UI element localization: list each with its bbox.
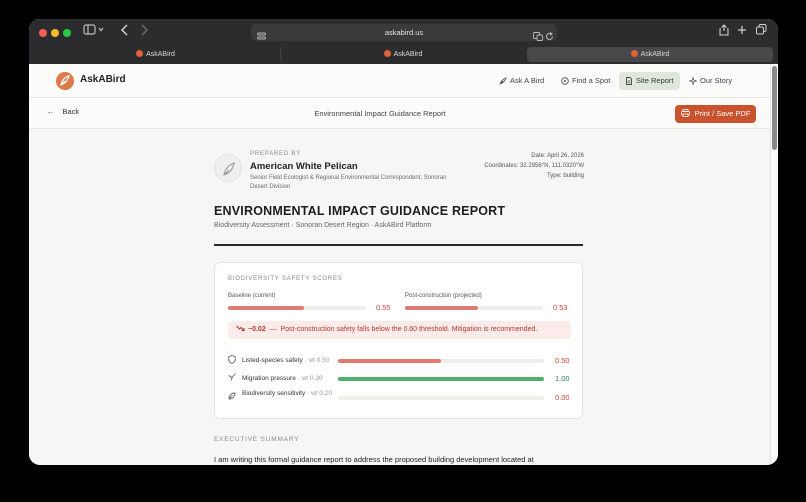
coordinates-value: 32.2856°N, 111.0320°W bbox=[520, 163, 584, 169]
bird-icon bbox=[228, 373, 236, 383]
nav-our-story[interactable]: Our Story bbox=[683, 72, 738, 90]
biodiversity-scores-card: BIODIVERSITY SAFETY SCORES Baseline (cur… bbox=[214, 262, 583, 419]
address-bar[interactable]: askabird.us bbox=[251, 24, 557, 41]
nav-site-report[interactable]: Site Report bbox=[619, 72, 680, 90]
minimize-window-button[interactable] bbox=[51, 29, 59, 37]
baseline-bar bbox=[228, 306, 366, 310]
browser-titlebar: askabird.us bbox=[29, 19, 778, 46]
browser-tab-active[interactable]: AskABird bbox=[527, 47, 773, 62]
trend-down-icon bbox=[236, 325, 245, 331]
document-icon bbox=[626, 77, 632, 85]
brand-name[interactable]: AskABird bbox=[80, 74, 126, 85]
date-label: Date: bbox=[531, 153, 546, 159]
compass-icon bbox=[561, 77, 569, 85]
translate-icon[interactable] bbox=[533, 28, 543, 46]
alert-separator: — bbox=[269, 326, 277, 333]
alert-delta: −0.02 bbox=[248, 326, 266, 333]
metric-label: Listed-species safety · wt 0.50 bbox=[242, 357, 330, 364]
type-value: building bbox=[563, 173, 584, 179]
browser-tab[interactable]: AskABird bbox=[280, 47, 525, 62]
baseline-bar-fill bbox=[228, 306, 304, 310]
metric-value: 1.00 bbox=[555, 374, 570, 383]
metric-value: 0.00 bbox=[555, 393, 570, 402]
close-window-button[interactable] bbox=[39, 29, 47, 37]
share-icon[interactable] bbox=[717, 24, 731, 40]
author-role: Senior Field Ecologist & Regional Enviro… bbox=[250, 175, 447, 190]
back-nav-icon[interactable] bbox=[117, 24, 133, 40]
executive-summary-label: EXECUTIVE SUMMARY bbox=[214, 436, 300, 443]
favicon-icon bbox=[383, 50, 391, 57]
new-tab-icon[interactable] bbox=[735, 24, 749, 40]
browser-tab[interactable]: AskABird bbox=[33, 47, 278, 62]
leaf-icon bbox=[228, 392, 236, 402]
executive-summary-text: I am writing this formal guidance report… bbox=[214, 455, 534, 464]
title-divider bbox=[214, 244, 583, 246]
browser-window: askabird.us AskABird AskABird AskABird A… bbox=[29, 19, 778, 465]
feather-icon bbox=[223, 162, 235, 176]
post-construction-bar bbox=[405, 306, 543, 310]
threshold-alert: −0.02 — Post-construction safety falls b… bbox=[228, 321, 571, 339]
metric-bar-fill bbox=[338, 359, 441, 363]
metric-bar bbox=[338, 359, 544, 363]
nav-find-a-spot[interactable]: Find a Spot bbox=[555, 72, 616, 90]
url-text: askabird.us bbox=[384, 28, 424, 37]
baseline-label: Baseline (current) bbox=[228, 293, 276, 299]
metric-bar bbox=[338, 377, 544, 381]
report-title: ENVIRONMENTAL IMPACT GUIDANCE REPORT bbox=[214, 204, 506, 218]
post-construction-value: 0.53 bbox=[553, 303, 568, 312]
report-content: PREPARED BY American White Pelican Senio… bbox=[214, 129, 584, 465]
type-label: Type: bbox=[546, 173, 562, 179]
printer-icon bbox=[680, 109, 690, 117]
alert-message: Post-construction safety falls below the… bbox=[280, 326, 538, 333]
nav-ask-a-bird[interactable]: Ask A Bird bbox=[493, 72, 550, 90]
browser-tab-bar: AskABird AskABird AskABird bbox=[29, 46, 778, 64]
favicon-icon bbox=[630, 50, 638, 57]
prepared-by-label: PREPARED BY bbox=[250, 151, 302, 157]
author-name: American White Pelican bbox=[250, 161, 358, 172]
post-construction-label: Post-construction (projected) bbox=[405, 293, 482, 299]
zoom-window-button[interactable] bbox=[63, 29, 71, 37]
coordinates-label: Coordinates: bbox=[484, 163, 519, 169]
logo-icon[interactable] bbox=[56, 72, 74, 90]
sidebar-toggle-icon[interactable] bbox=[81, 24, 107, 40]
metric-bar-fill bbox=[338, 377, 544, 381]
metric-label: Migration pressure · wt 0.30 bbox=[242, 375, 323, 382]
print-save-pdf-button[interactable]: Print / Save PDF bbox=[675, 105, 756, 123]
feather-icon bbox=[499, 77, 507, 85]
page-scrollbar[interactable] bbox=[770, 64, 778, 465]
scrollbar-thumb[interactable] bbox=[772, 66, 777, 150]
metric-label: Biodiversity sensitivity · wt 0.20 bbox=[242, 390, 332, 397]
web-page: AskABird Ask A Bird Find a Spot Site Rep… bbox=[29, 64, 778, 465]
post-construction-bar-fill bbox=[405, 306, 479, 310]
baseline-value: 0.55 bbox=[376, 303, 391, 312]
forward-nav-icon[interactable] bbox=[136, 24, 152, 40]
sparkle-icon bbox=[688, 76, 698, 86]
metric-bar bbox=[338, 396, 544, 400]
metric-value: 0.50 bbox=[555, 356, 570, 365]
shield-icon bbox=[228, 355, 236, 366]
report-metadata: Date: April 26, 2026 Coordinates: 32.285… bbox=[484, 151, 584, 181]
reload-icon[interactable] bbox=[545, 28, 554, 46]
toolbar-title: Environmental Impact Guidance Report bbox=[314, 109, 446, 118]
report-toolbar: ← Back Environmental Impact Guidance Repo… bbox=[29, 98, 770, 129]
tab-overview-icon[interactable] bbox=[754, 24, 768, 40]
report-subtitle: Biodiversity Assessment · Sonoran Desert… bbox=[214, 222, 432, 229]
author-avatar bbox=[214, 154, 242, 182]
scores-section-label: BIODIVERSITY SAFETY SCORES bbox=[228, 276, 343, 282]
date-value: April 26, 2026 bbox=[546, 153, 584, 159]
favicon-icon bbox=[136, 50, 144, 57]
site-navbar: AskABird Ask A Bird Find a Spot Site Rep… bbox=[29, 64, 770, 98]
